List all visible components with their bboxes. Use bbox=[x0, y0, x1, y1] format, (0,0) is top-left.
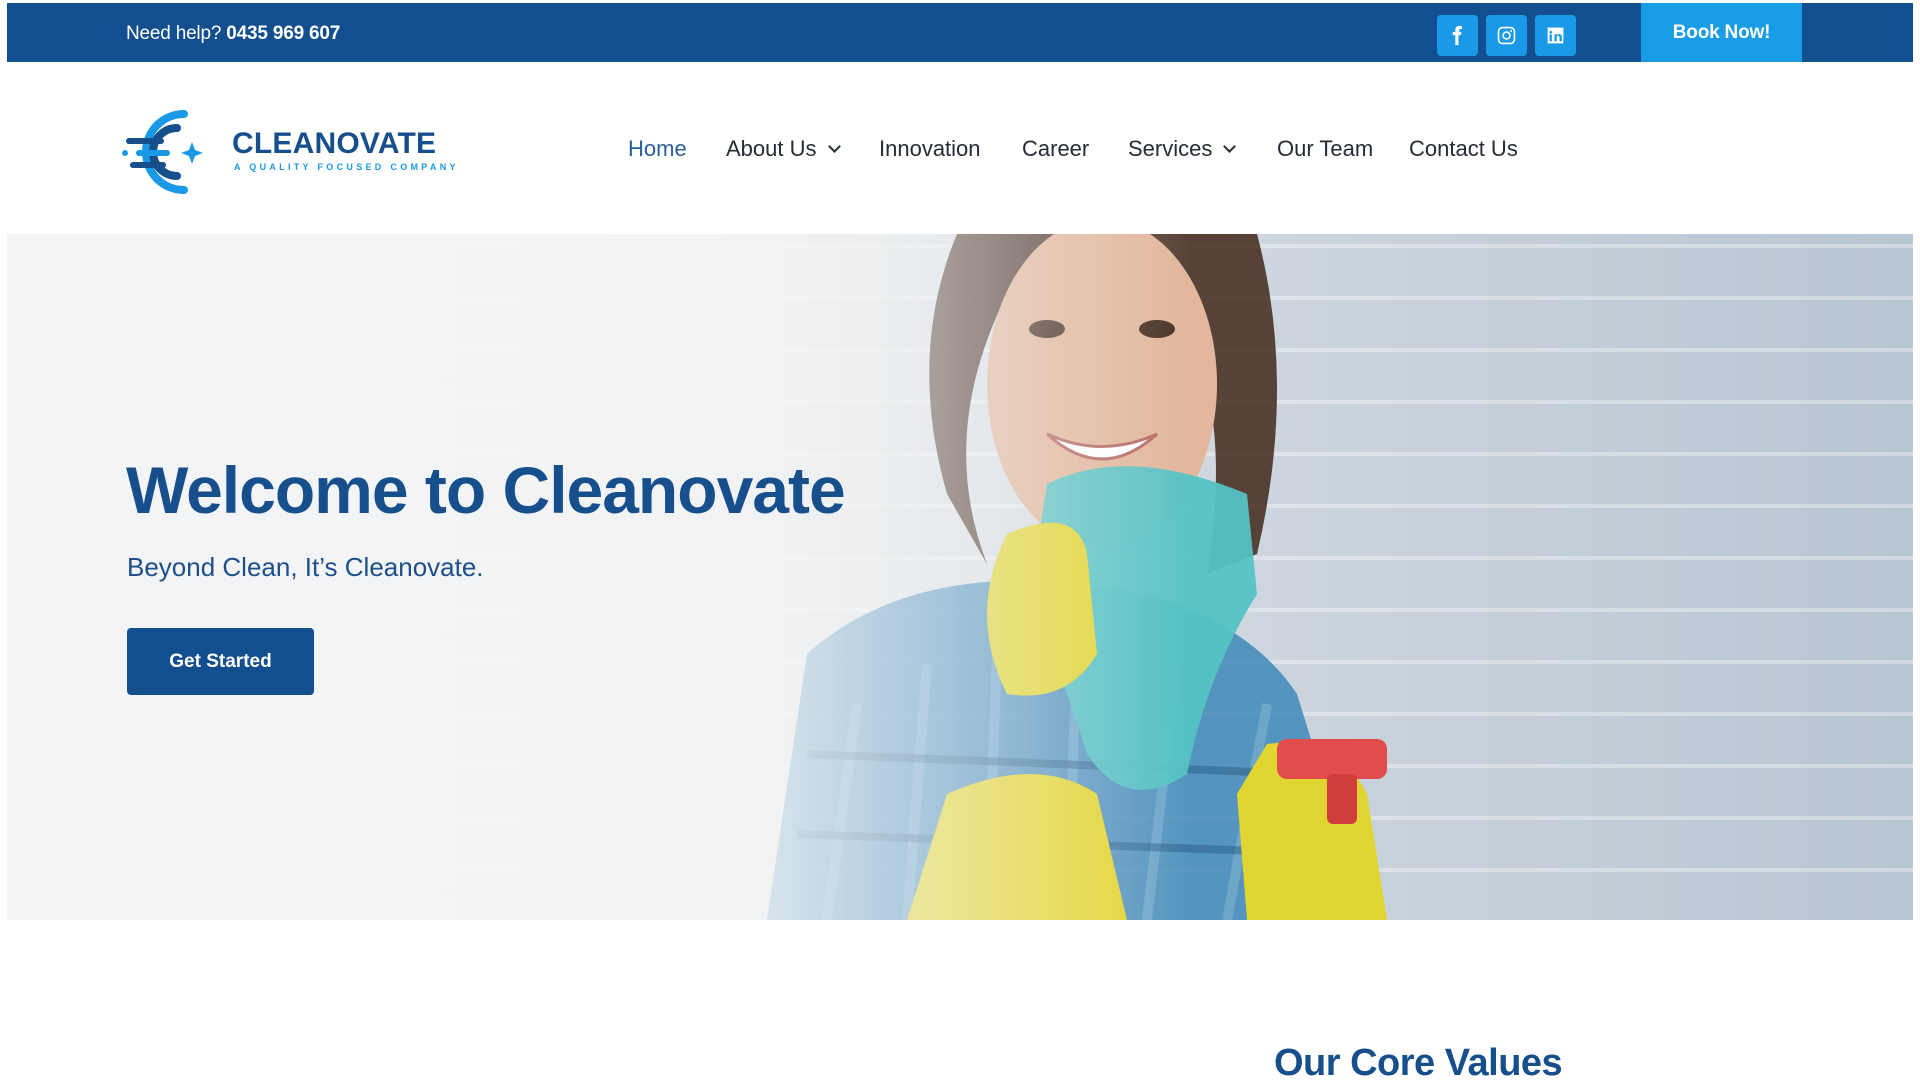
phone-number[interactable]: 0435 969 607 bbox=[226, 23, 340, 44]
hero-banner: Welcome to Cleanovate Beyond Clean, It’s… bbox=[7, 234, 1913, 920]
linkedin-icon[interactable] bbox=[1535, 15, 1576, 56]
nav-our-team[interactable]: Our Team bbox=[1277, 134, 1373, 164]
nav-services[interactable]: Services bbox=[1128, 134, 1237, 164]
book-now-button[interactable]: Book Now! bbox=[1641, 3, 1802, 62]
instagram-icon[interactable] bbox=[1486, 15, 1527, 56]
logo-wordmark: CLEANOVATE bbox=[232, 127, 437, 160]
nav-contact-us-label: Contact Us bbox=[1409, 136, 1518, 161]
nav-about-us-label: About Us bbox=[726, 136, 817, 161]
cleanovate-logo[interactable]: CLEANOVATE A QUALITY FOCUSED COMPANY bbox=[122, 102, 457, 202]
chevron-down-icon bbox=[827, 139, 841, 153]
facebook-icon[interactable] bbox=[1437, 15, 1478, 56]
logo-tagline: A QUALITY FOCUSED COMPANY bbox=[234, 162, 459, 172]
nav-home[interactable]: Home bbox=[628, 134, 687, 164]
nav-career[interactable]: Career bbox=[1022, 134, 1089, 164]
nav-career-label: Career bbox=[1022, 136, 1090, 161]
nav-contact-us[interactable]: Contact Us bbox=[1409, 134, 1518, 164]
hero-title: Welcome to Cleanovate bbox=[126, 453, 846, 527]
nav-home-label: Home bbox=[628, 136, 687, 161]
nav-services-label: Services bbox=[1128, 136, 1213, 161]
site-header: CLEANOVATE A QUALITY FOCUSED COMPANY Hom… bbox=[7, 62, 1913, 234]
chevron-down-icon bbox=[1223, 139, 1237, 153]
logo-mark-icon bbox=[122, 110, 203, 194]
help-label: Need help? bbox=[126, 23, 222, 44]
top-bar: Need help? 0435 969 607 Book Now! bbox=[7, 3, 1913, 62]
nav-innovation-label: Innovation bbox=[879, 136, 981, 161]
core-values-heading: Our Core Values bbox=[1274, 1042, 1563, 1084]
help-contact: Need help? 0435 969 607 bbox=[126, 23, 340, 45]
get-started-button[interactable]: Get Started bbox=[127, 628, 314, 695]
nav-about-us[interactable]: About Us bbox=[726, 134, 841, 164]
nav-innovation[interactable]: Innovation bbox=[879, 134, 981, 164]
hero-subtitle: Beyond Clean, It’s Cleanovate. bbox=[127, 552, 484, 582]
nav-our-team-label: Our Team bbox=[1277, 136, 1374, 161]
